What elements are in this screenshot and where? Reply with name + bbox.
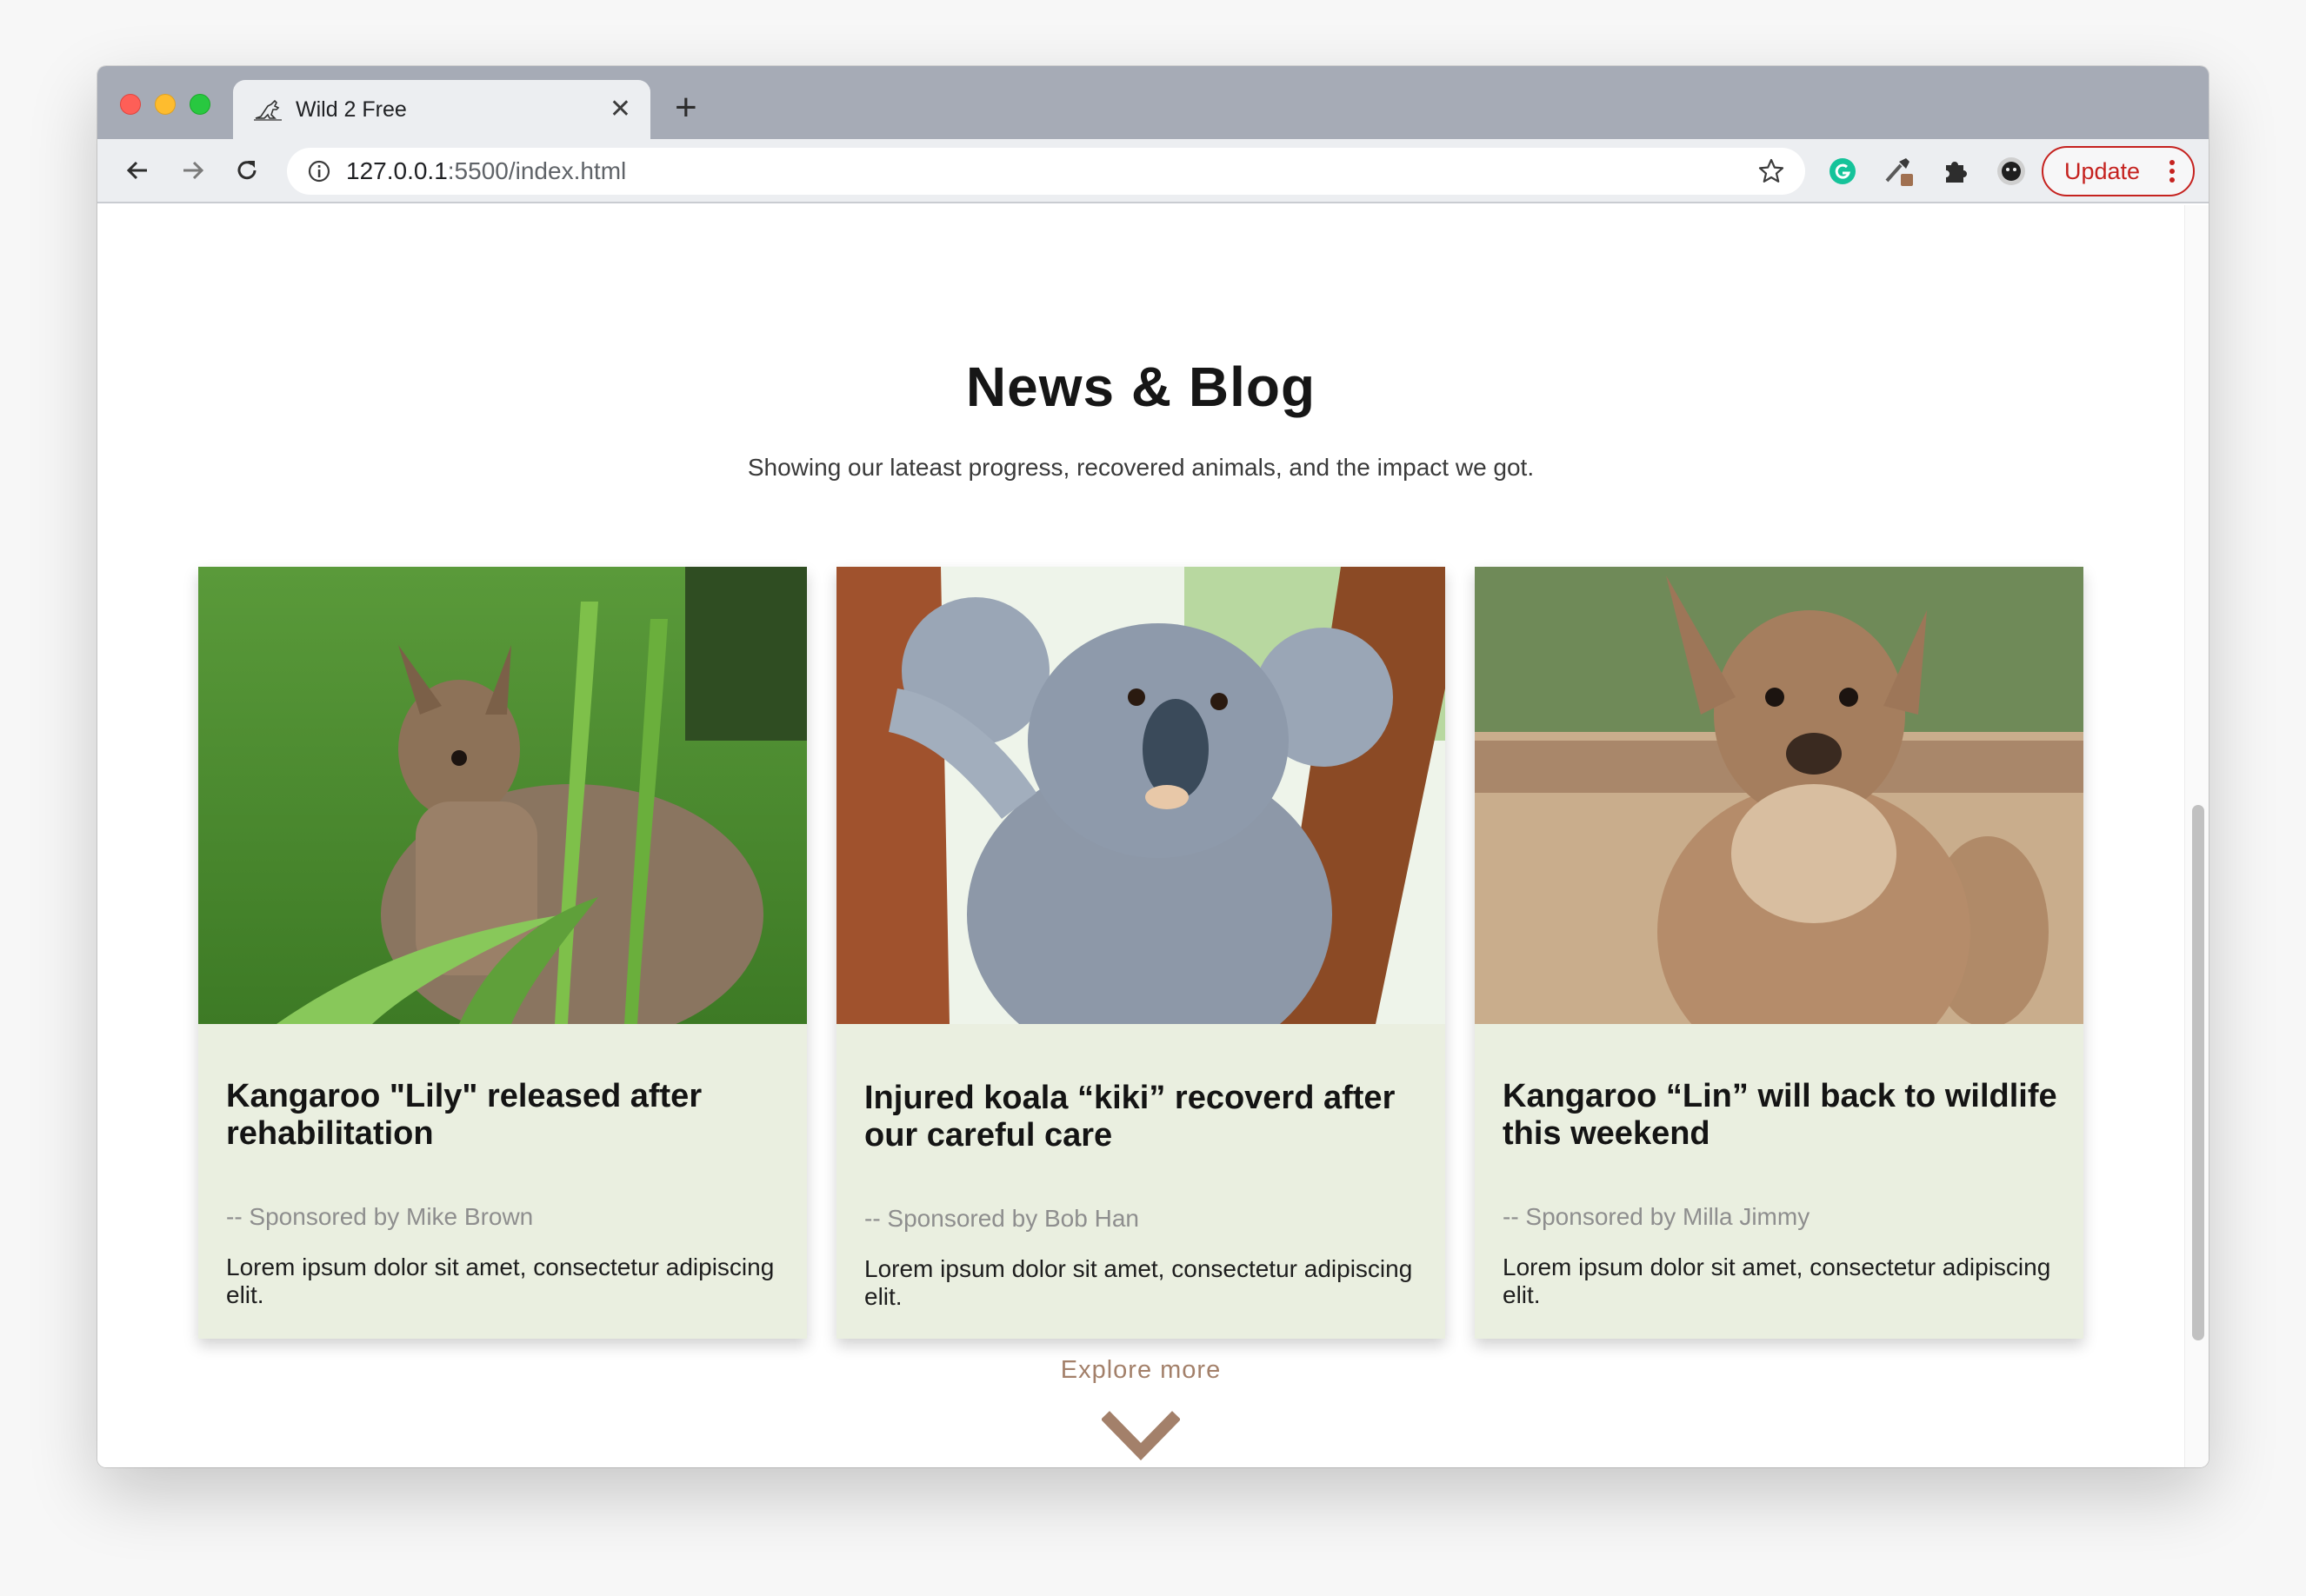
scrollbar-thumb[interactable] xyxy=(2192,805,2204,1340)
grammarly-extension-icon[interactable] xyxy=(1826,155,1859,188)
browser-window: Wild 2 Free ✕ + 127.0.0.1:5500/index.htm… xyxy=(97,66,2209,1467)
explore-more-link[interactable]: Explore more xyxy=(97,1356,2184,1385)
kangaroo-favicon-icon xyxy=(252,97,283,122)
profile-avatar-icon[interactable] xyxy=(1995,155,2028,188)
eyedropper-extension-icon[interactable] xyxy=(1882,155,1915,188)
koala-on-tree-image xyxy=(836,567,1445,1024)
update-label: Update xyxy=(2064,157,2141,184)
vertical-scrollbar[interactable] xyxy=(2184,205,2209,1467)
blog-card[interactable]: Injured koala “kiki” recoverd after our … xyxy=(836,567,1445,1339)
card-sponsor: -- Sponsored by Milla Jimmy xyxy=(1503,1203,1810,1230)
card-body: Lorem ipsum dolor sit amet, consectetur … xyxy=(226,1254,775,1308)
chevron-down-icon[interactable] xyxy=(1100,1408,1182,1465)
forward-arrow-icon[interactable] xyxy=(174,151,212,190)
blog-card[interactable]: Kangaroo “Lin” will back to wildlife thi… xyxy=(1475,567,2083,1339)
url-text: 127.0.0.1:5500/index.html xyxy=(346,157,1756,185)
url-host: 127.0.0.1 xyxy=(346,157,448,184)
kangaroo-in-grass-image xyxy=(198,567,807,1024)
close-tab-icon[interactable]: ✕ xyxy=(610,96,631,123)
browser-tab[interactable]: Wild 2 Free ✕ xyxy=(233,80,650,139)
card-body: Lorem ipsum dolor sit amet, consectetur … xyxy=(1503,1254,2051,1308)
card-title[interactable]: Kangaroo "Lily" released after rehabilit… xyxy=(226,1078,783,1152)
tab-title: Wild 2 Free xyxy=(296,96,407,122)
kangaroo-close-up-image xyxy=(1475,567,2083,1024)
browser-toolbar: 127.0.0.1:5500/index.html Update xyxy=(97,139,2209,203)
blog-card[interactable]: Kangaroo "Lily" released after rehabilit… xyxy=(198,567,807,1339)
card-title[interactable]: Kangaroo “Lin” will back to wildlife thi… xyxy=(1503,1078,2059,1152)
card-sponsor: -- Sponsored by Bob Han xyxy=(864,1205,1139,1232)
back-arrow-icon[interactable] xyxy=(118,151,157,190)
card-body: Lorem ipsum dolor sit amet, consectetur … xyxy=(864,1255,1413,1310)
minimize-window-button[interactable] xyxy=(155,94,176,115)
tab-strip: Wild 2 Free ✕ + xyxy=(97,66,2209,139)
bookmark-star-icon[interactable] xyxy=(1756,156,1786,186)
card-title[interactable]: Injured koala “kiki” recoverd after our … xyxy=(864,1080,1421,1154)
extensions-puzzle-icon[interactable] xyxy=(1939,155,1972,188)
close-window-button[interactable] xyxy=(120,94,141,115)
section-title: News & Blog xyxy=(965,356,1316,418)
section-subtitle: Showing our lateast progress, recovered … xyxy=(747,454,1535,481)
page-content: News & Blog Showing our lateast progress… xyxy=(97,205,2184,1467)
site-info-icon[interactable] xyxy=(306,158,332,184)
maximize-window-button[interactable] xyxy=(190,94,210,115)
url-path: :5500/index.html xyxy=(447,157,627,184)
card-sponsor: -- Sponsored by Mike Brown xyxy=(226,1203,534,1230)
new-tab-icon[interactable]: + xyxy=(675,89,697,127)
update-button[interactable]: Update xyxy=(2042,146,2195,196)
reload-icon[interactable] xyxy=(228,151,266,190)
more-menu-icon[interactable] xyxy=(2169,158,2176,190)
address-bar[interactable]: 127.0.0.1:5500/index.html xyxy=(287,148,1805,195)
